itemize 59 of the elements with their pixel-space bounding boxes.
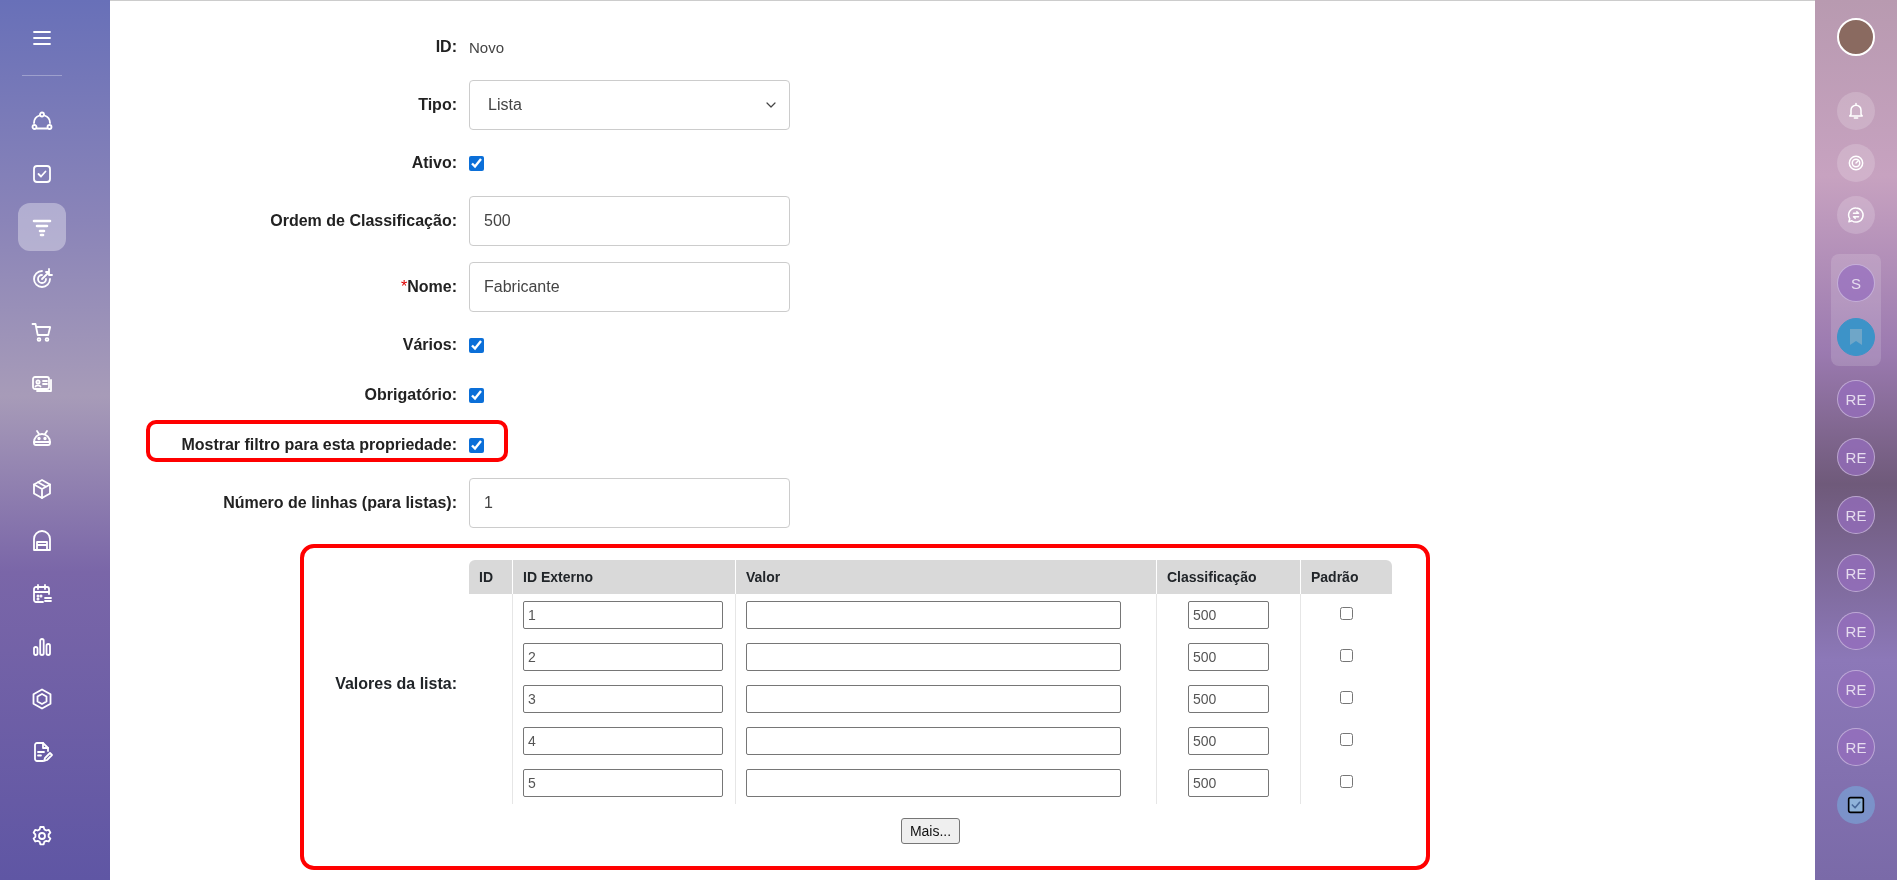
checkbox[interactable] — [1340, 691, 1353, 704]
tasks-button[interactable] — [1837, 786, 1875, 824]
input-field[interactable]: 500 — [469, 196, 790, 246]
field-label: Tipo: — [417, 96, 457, 114]
field-label: Valores da lista: — [334, 675, 457, 693]
column-header: Classificação — [1156, 560, 1301, 594]
input-field[interactable] — [746, 643, 1121, 671]
field-value: Novo — [469, 38, 506, 56]
checkbox[interactable] — [469, 155, 484, 171]
checkbox-icon — [1845, 794, 1867, 816]
box-icon — [30, 477, 54, 502]
avatar[interactable] — [1837, 18, 1875, 56]
field-label: Ativo: — [410, 154, 457, 172]
field-label: Ordem de Classificação: — [269, 212, 457, 230]
checkbox[interactable] — [469, 387, 484, 403]
column-header: Valor — [735, 560, 1157, 594]
checkbox[interactable] — [469, 437, 484, 453]
gauge-icon — [1846, 153, 1866, 173]
checkbox[interactable] — [1340, 775, 1353, 788]
input-field[interactable]: 3 — [523, 685, 723, 713]
checkbox[interactable] — [1340, 649, 1353, 662]
settings-icon — [30, 823, 54, 848]
type-dropdown[interactable]: Lista — [469, 80, 790, 130]
bookmark-icon — [1848, 328, 1864, 346]
input-field[interactable] — [746, 685, 1121, 713]
chat-button[interactable] — [1837, 196, 1875, 234]
checkbox[interactable] — [1340, 733, 1353, 746]
checkbox[interactable] — [469, 337, 484, 353]
input-field[interactable]: 4 — [523, 727, 723, 755]
dashboard-button[interactable] — [1837, 144, 1875, 182]
column-header: Padrão — [1300, 560, 1392, 594]
bell-icon — [1846, 101, 1866, 121]
column-header: ID — [469, 560, 513, 594]
input-field[interactable]: 500 — [1188, 769, 1269, 797]
checkbox[interactable] — [1340, 607, 1353, 620]
input-field[interactable]: 500 — [1188, 601, 1269, 629]
field-label: ID: — [434, 38, 457, 56]
more-button[interactable]: Mais... — [900, 818, 961, 844]
input-field[interactable]: 500 — [1188, 685, 1269, 713]
field-label: *Nome: — [400, 278, 457, 296]
input-field[interactable]: 500 — [1188, 643, 1269, 671]
input-field[interactable]: 1 — [469, 478, 790, 528]
warehouse-icon — [30, 529, 54, 554]
chat-icon — [1846, 205, 1866, 225]
hexagon-icon — [30, 687, 54, 712]
input-field[interactable] — [746, 727, 1121, 755]
field-label: Obrigatório: — [363, 386, 457, 404]
input-field[interactable] — [746, 769, 1121, 797]
input-field[interactable]: 2 — [523, 643, 723, 671]
input-field[interactable]: 1 — [523, 601, 723, 629]
input-field[interactable]: 500 — [1188, 727, 1269, 755]
sidebar-button[interactable] — [18, 202, 66, 251]
field-label: Mostrar filtro para esta propriedade: — [180, 436, 457, 454]
input-field[interactable]: 5 — [523, 769, 723, 797]
input-field[interactable] — [746, 601, 1121, 629]
input-field[interactable]: Fabricante — [469, 262, 790, 312]
field-label: Número de linhas (para listas): — [222, 494, 457, 512]
field-label: Vários: — [401, 336, 457, 354]
column-header: ID Externo — [512, 560, 736, 594]
